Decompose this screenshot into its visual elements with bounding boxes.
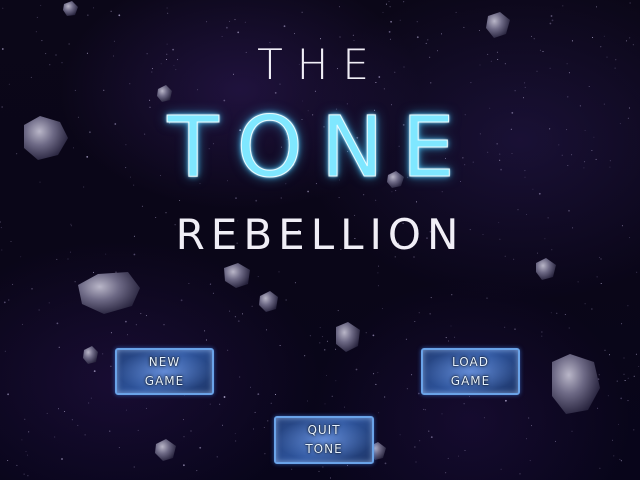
title-tone: TONE [167,98,473,197]
load-game-label-line1: LOAD [452,354,489,369]
title-screen: THE TONE REBELLION NEW GAME LOAD GAME QU… [0,0,640,480]
new-game-label-line1: NEW [148,354,181,369]
title-rebellion: REBELLION [175,210,465,259]
asteroid [552,354,600,414]
title-the: THE [257,40,383,89]
load-game-label-line2: GAME [450,373,491,388]
asteroid [536,258,556,280]
asteroid [486,12,510,38]
asteroid [63,1,78,16]
asteroid [78,272,140,314]
quit-label-line2: TONE [305,442,343,456]
new-game-button[interactable]: NEW GAME [115,348,214,395]
asteroid [83,346,98,364]
quit-tone-button[interactable]: QUIT TONE [274,416,374,464]
asteroid [336,322,360,352]
asteroid [224,263,250,288]
quit-label-line1: QUIT [307,423,341,437]
new-game-label-line2: GAME [144,373,185,388]
asteroid [155,439,176,461]
load-game-button[interactable]: LOAD GAME [421,348,520,395]
asteroid [259,291,278,312]
